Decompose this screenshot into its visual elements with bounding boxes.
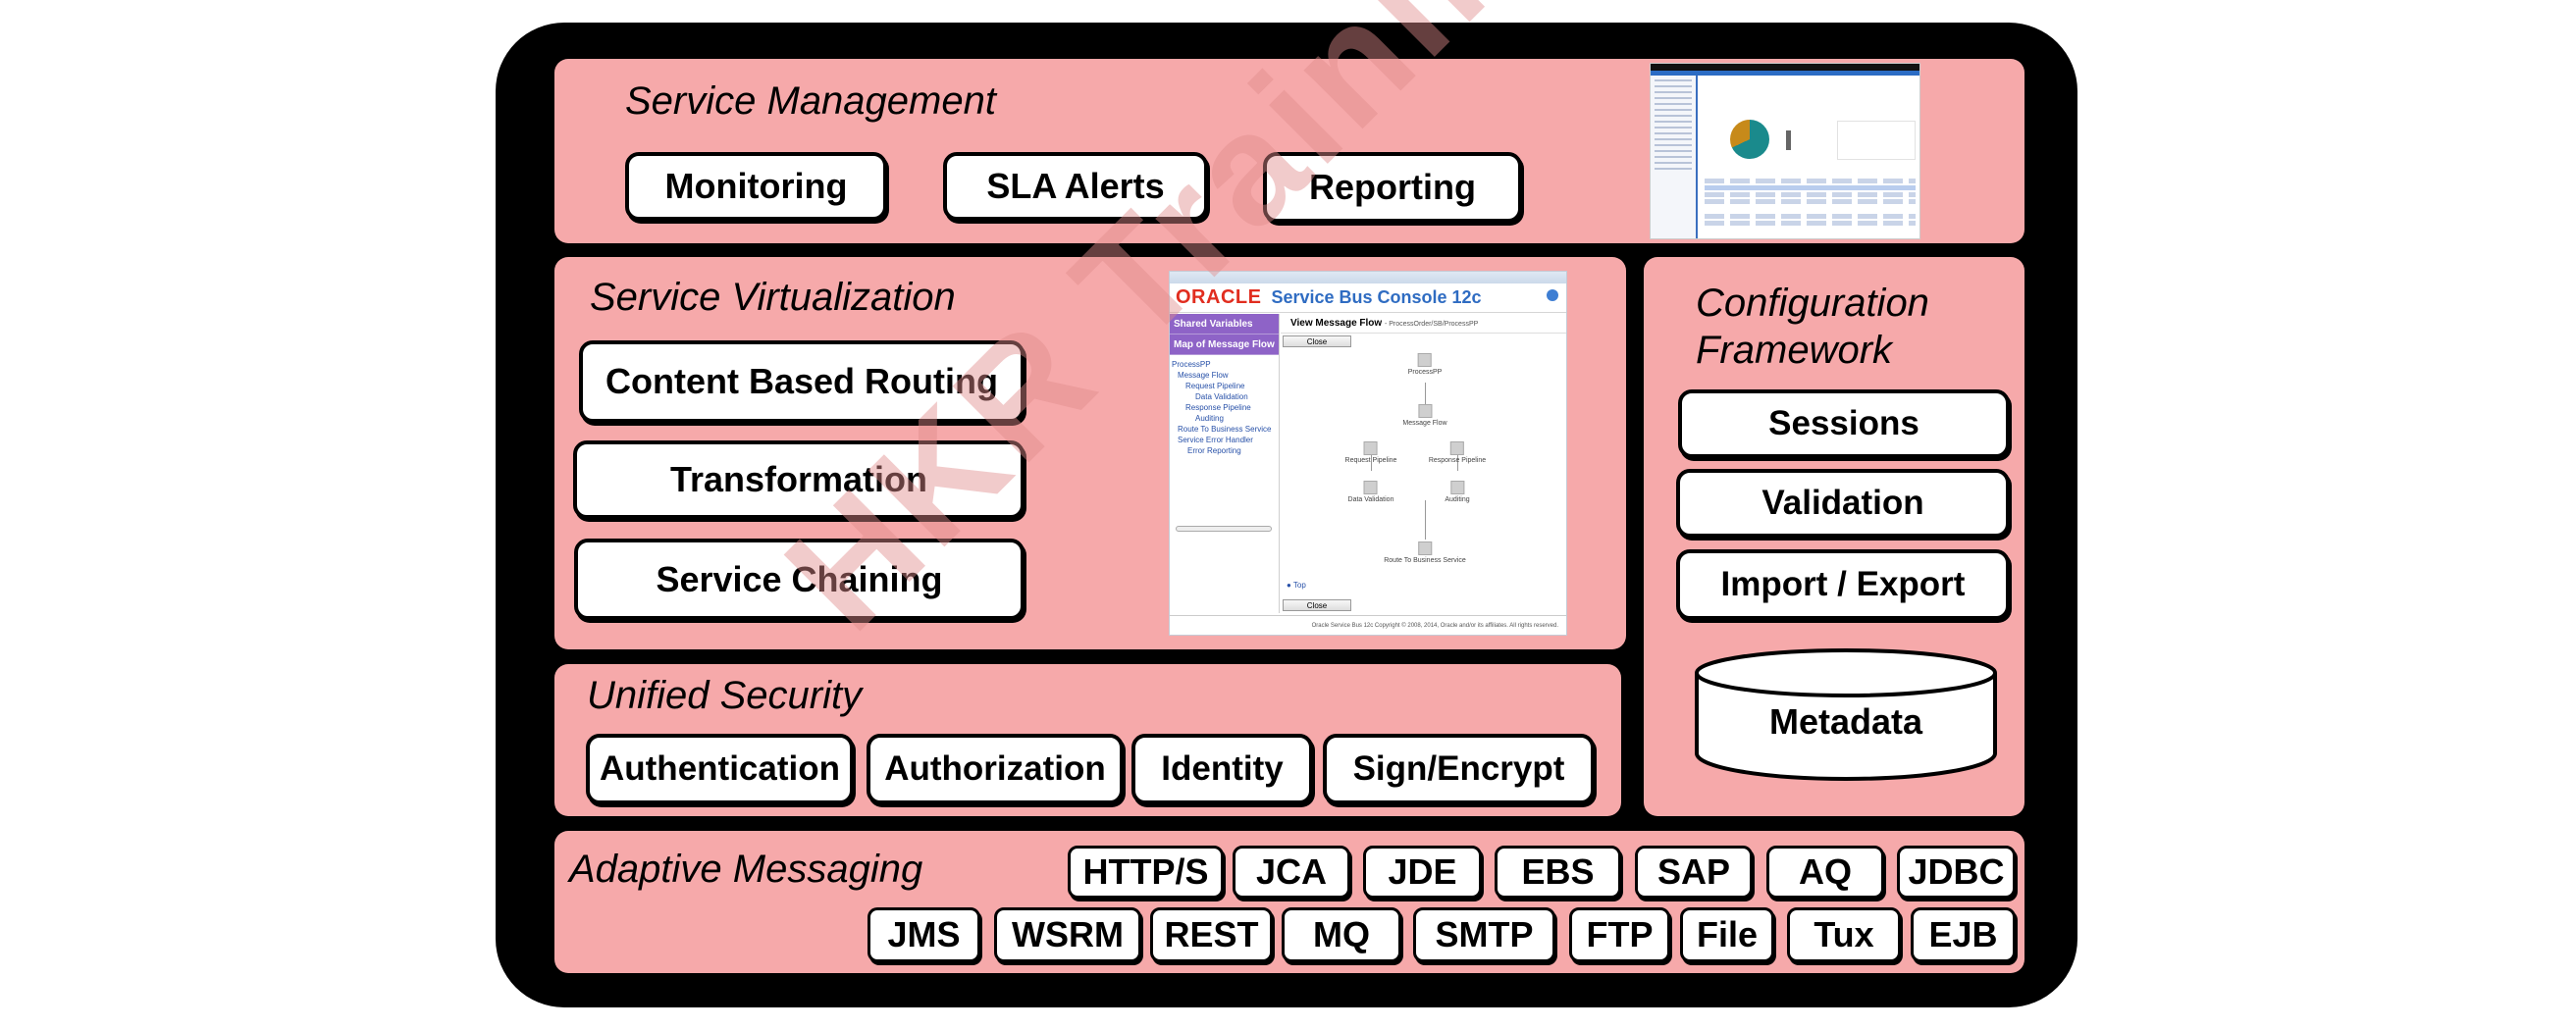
nav-tab-map-of-message-flow: Map of Message Flow bbox=[1170, 335, 1279, 355]
service-bus-console-screenshot: ORACLE Service Bus Console 12c Shared Va… bbox=[1169, 271, 1567, 636]
em-navigation-tree bbox=[1651, 76, 1698, 238]
close-button-top: Close bbox=[1283, 335, 1351, 347]
protocol-box-mq: MQ bbox=[1282, 907, 1401, 962]
flow-node: Message Flow bbox=[1402, 404, 1447, 427]
tree-item: Error Reporting bbox=[1187, 446, 1241, 455]
console-footer: Oracle Service Bus 12c Copyright © 2008,… bbox=[1170, 615, 1566, 635]
message-flow-view: View Message Flow - ProcessOrder/SB/Proc… bbox=[1281, 314, 1566, 613]
sla-alerts-box: SLA Alerts bbox=[943, 152, 1208, 221]
tree-item: Message Flow bbox=[1178, 371, 1229, 380]
tree-item: Data Validation bbox=[1195, 392, 1248, 401]
em-pie-legend bbox=[1786, 130, 1791, 150]
console-header: ORACLE Service Bus Console 12c bbox=[1170, 283, 1566, 313]
flow-node: Auditing bbox=[1445, 481, 1470, 503]
identity-box: Identity bbox=[1131, 734, 1313, 804]
em-table bbox=[1705, 177, 1916, 228]
close-button-bottom: Close bbox=[1283, 599, 1351, 611]
monitoring-box: Monitoring bbox=[625, 152, 887, 221]
protocol-box-file: File bbox=[1680, 907, 1774, 962]
service-management-title: Service Management bbox=[625, 79, 996, 123]
unified-security-title: Unified Security bbox=[587, 674, 863, 717]
protocol-box-sap: SAP bbox=[1635, 846, 1753, 899]
protocol-box-jca: JCA bbox=[1233, 846, 1350, 899]
console-title: Service Bus Console 12c bbox=[1271, 287, 1482, 307]
validation-box: Validation bbox=[1676, 469, 2010, 538]
sessions-box: Sessions bbox=[1678, 389, 2010, 458]
browser-url-bar bbox=[1170, 272, 1566, 283]
oracle-logo: ORACLE bbox=[1176, 286, 1262, 308]
protocol-box-tux: Tux bbox=[1787, 907, 1901, 962]
protocol-box-ebs: EBS bbox=[1495, 846, 1621, 899]
flow-node: Route To Business Service bbox=[1384, 541, 1466, 564]
tree-item: Response Pipeline bbox=[1185, 403, 1251, 412]
service-chaining-box: Service Chaining bbox=[574, 539, 1025, 620]
enterprise-manager-screenshot bbox=[1650, 63, 1920, 239]
em-pie-chart bbox=[1730, 120, 1769, 159]
protocol-box-rest: REST bbox=[1150, 907, 1273, 962]
tree-item: Auditing bbox=[1195, 414, 1224, 423]
metadata-label: Metadata bbox=[1768, 701, 1923, 742]
sign-encrypt-box: Sign/Encrypt bbox=[1323, 734, 1595, 804]
tree-item: Route To Business Service bbox=[1178, 425, 1272, 434]
flow-node: ProcessPP bbox=[1408, 353, 1442, 376]
reporting-box: Reporting bbox=[1263, 152, 1522, 223]
protocol-box-jde: JDE bbox=[1363, 846, 1482, 899]
message-flow-tree: ProcessPP Message Flow Request Pipeline … bbox=[1170, 355, 1279, 460]
authentication-box: Authentication bbox=[586, 734, 854, 804]
tree-item: Request Pipeline bbox=[1185, 382, 1245, 390]
nav-tab-shared-variables: Shared Variables bbox=[1170, 314, 1279, 335]
protocol-box-wsrm: WSRM bbox=[994, 907, 1141, 962]
protocol-box-jdbc: JDBC bbox=[1897, 846, 2016, 899]
protocol-box-http-s: HTTP/S bbox=[1068, 846, 1224, 899]
tree-scrollbar bbox=[1176, 526, 1272, 532]
protocol-box-jms: JMS bbox=[867, 907, 980, 962]
flow-node: Response Pipeline bbox=[1429, 441, 1486, 464]
flow-node: Request Pipeline bbox=[1345, 441, 1396, 464]
adaptive-messaging-title: Adaptive Messaging bbox=[569, 848, 923, 891]
authorization-box: Authorization bbox=[867, 734, 1124, 804]
help-icon bbox=[1547, 289, 1558, 301]
protocol-box-ejb: EJB bbox=[1911, 907, 2016, 962]
configuration-framework-title-line1: Configuration bbox=[1696, 282, 1929, 325]
tree-item: ProcessPP bbox=[1172, 360, 1211, 369]
flow-node: Data Validation bbox=[1348, 481, 1393, 503]
transformation-box: Transformation bbox=[573, 440, 1025, 519]
em-side-panel bbox=[1837, 121, 1916, 160]
content-based-routing-box: Content Based Routing bbox=[579, 340, 1025, 423]
top-link: ● Top bbox=[1287, 581, 1306, 590]
console-navigation: Shared Variables Map of Message Flow Pro… bbox=[1170, 314, 1280, 613]
configuration-framework-title-line2: Framework bbox=[1696, 329, 1893, 372]
protocol-box-smtp: SMTP bbox=[1413, 907, 1555, 962]
view-title: View Message Flow - ProcessOrder/SB/Proc… bbox=[1281, 314, 1566, 334]
protocol-box-ftp: FTP bbox=[1569, 907, 1670, 962]
service-virtualization-title: Service Virtualization bbox=[590, 276, 956, 319]
tree-item: Service Error Handler bbox=[1178, 436, 1253, 444]
protocol-box-aq: AQ bbox=[1766, 846, 1884, 899]
import-export-box: Import / Export bbox=[1676, 549, 2010, 620]
